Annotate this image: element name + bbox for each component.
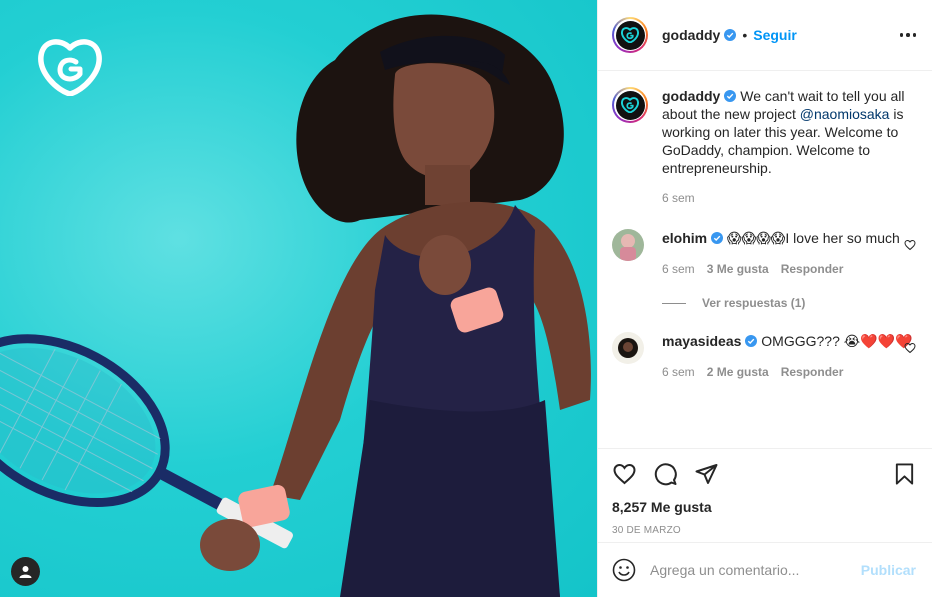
comment-likes[interactable]: 2 Me gusta	[707, 365, 769, 379]
likes-count[interactable]: 8,257 Me gusta	[612, 499, 916, 515]
verified-badge-icon	[711, 232, 724, 244]
post-photo[interactable]	[0, 0, 597, 597]
avatar-image	[612, 229, 644, 261]
caption: godaddy We can't wait to tell you all ab…	[612, 87, 916, 205]
comments-list: godaddy We can't wait to tell you all ab…	[598, 71, 932, 448]
comment-username[interactable]: mayasideas	[662, 333, 741, 349]
action-icons	[612, 461, 916, 487]
instagram-post: godaddy • Seguir godaddy We can't wait t…	[0, 0, 932, 597]
heart-icon[interactable]	[904, 239, 916, 251]
avatar-image	[612, 332, 644, 364]
post-sidebar: godaddy • Seguir godaddy We can't wait t…	[597, 0, 932, 597]
account-username[interactable]: godaddy	[662, 27, 720, 43]
account-avatar[interactable]	[612, 17, 648, 53]
comment-username[interactable]: elohim	[662, 230, 707, 246]
heart-icon[interactable]	[904, 342, 916, 354]
godaddy-logo	[38, 39, 102, 96]
more-options-icon[interactable]	[899, 33, 916, 37]
verified-badge-icon	[724, 29, 737, 41]
view-replies-button[interactable]: Ver respuestas (1)	[662, 296, 916, 310]
comment-meta: 6 sem 3 Me gusta Responder	[662, 262, 916, 276]
caption-age[interactable]: 6 sem	[662, 191, 695, 205]
post-header: godaddy • Seguir	[598, 0, 932, 71]
comment-text: elohim 😱😱😱😱I love her so much	[662, 229, 916, 248]
share-icon[interactable]	[694, 462, 719, 486]
comment: mayasideas OMGGG??? 😭❤️❤️❤️ 6 sem 2 Me g…	[612, 332, 916, 379]
tennis-racket	[0, 334, 293, 549]
commenter-avatar[interactable]	[612, 229, 644, 261]
caption-username[interactable]: godaddy	[662, 88, 720, 104]
comment: elohim 😱😱😱😱I love her so much 6 sem 3 Me…	[612, 229, 916, 276]
comment-body: OMGGG???	[761, 333, 840, 349]
godaddy-avatar-icon	[621, 27, 639, 43]
comment-age[interactable]: 6 sem	[662, 262, 695, 276]
reply-button[interactable]: Responder	[781, 262, 844, 276]
comment-likes[interactable]: 3 Me gusta	[707, 262, 769, 276]
godaddy-avatar-icon	[621, 97, 639, 113]
caption-meta: 6 sem	[662, 191, 916, 205]
comment-meta: 6 sem 2 Me gusta Responder	[662, 365, 916, 379]
comment-input[interactable]	[650, 562, 861, 578]
post-date[interactable]: 30 DE MARZO	[612, 525, 916, 536]
comment-icon[interactable]	[653, 462, 678, 486]
comment-text: mayasideas OMGGG??? 😭❤️❤️❤️	[662, 332, 916, 351]
replies-divider	[662, 302, 686, 304]
caption-text: godaddy We can't wait to tell you all ab…	[662, 87, 916, 177]
comment-body: I love her so much	[785, 230, 900, 246]
view-replies-label: Ver respuestas (1)	[702, 296, 806, 310]
heart-icon[interactable]	[612, 462, 637, 486]
separator-dot: •	[742, 27, 748, 43]
commenter-avatar[interactable]	[612, 332, 644, 364]
verified-badge-icon	[745, 335, 758, 347]
comment-emoji: 😱😱😱😱	[727, 231, 786, 247]
action-bar: 8,257 Me gusta 30 DE MARZO	[598, 448, 932, 542]
comment-age[interactable]: 6 sem	[662, 365, 695, 379]
user-tag-icon	[19, 566, 32, 578]
caption-avatar[interactable]	[612, 87, 648, 123]
emoji-icon[interactable]	[612, 558, 636, 582]
verified-badge-icon	[724, 90, 737, 102]
comment-composer: Publicar	[598, 542, 932, 597]
user-tag-button[interactable]	[11, 557, 40, 586]
publish-button[interactable]: Publicar	[861, 562, 916, 578]
follow-button[interactable]: Seguir	[753, 27, 797, 43]
bookmark-icon[interactable]	[893, 462, 916, 486]
reply-button[interactable]: Responder	[781, 365, 844, 379]
mention-link[interactable]: @naomiosaka	[800, 106, 890, 122]
comment-emoji: 😭❤️❤️❤️	[843, 334, 913, 350]
